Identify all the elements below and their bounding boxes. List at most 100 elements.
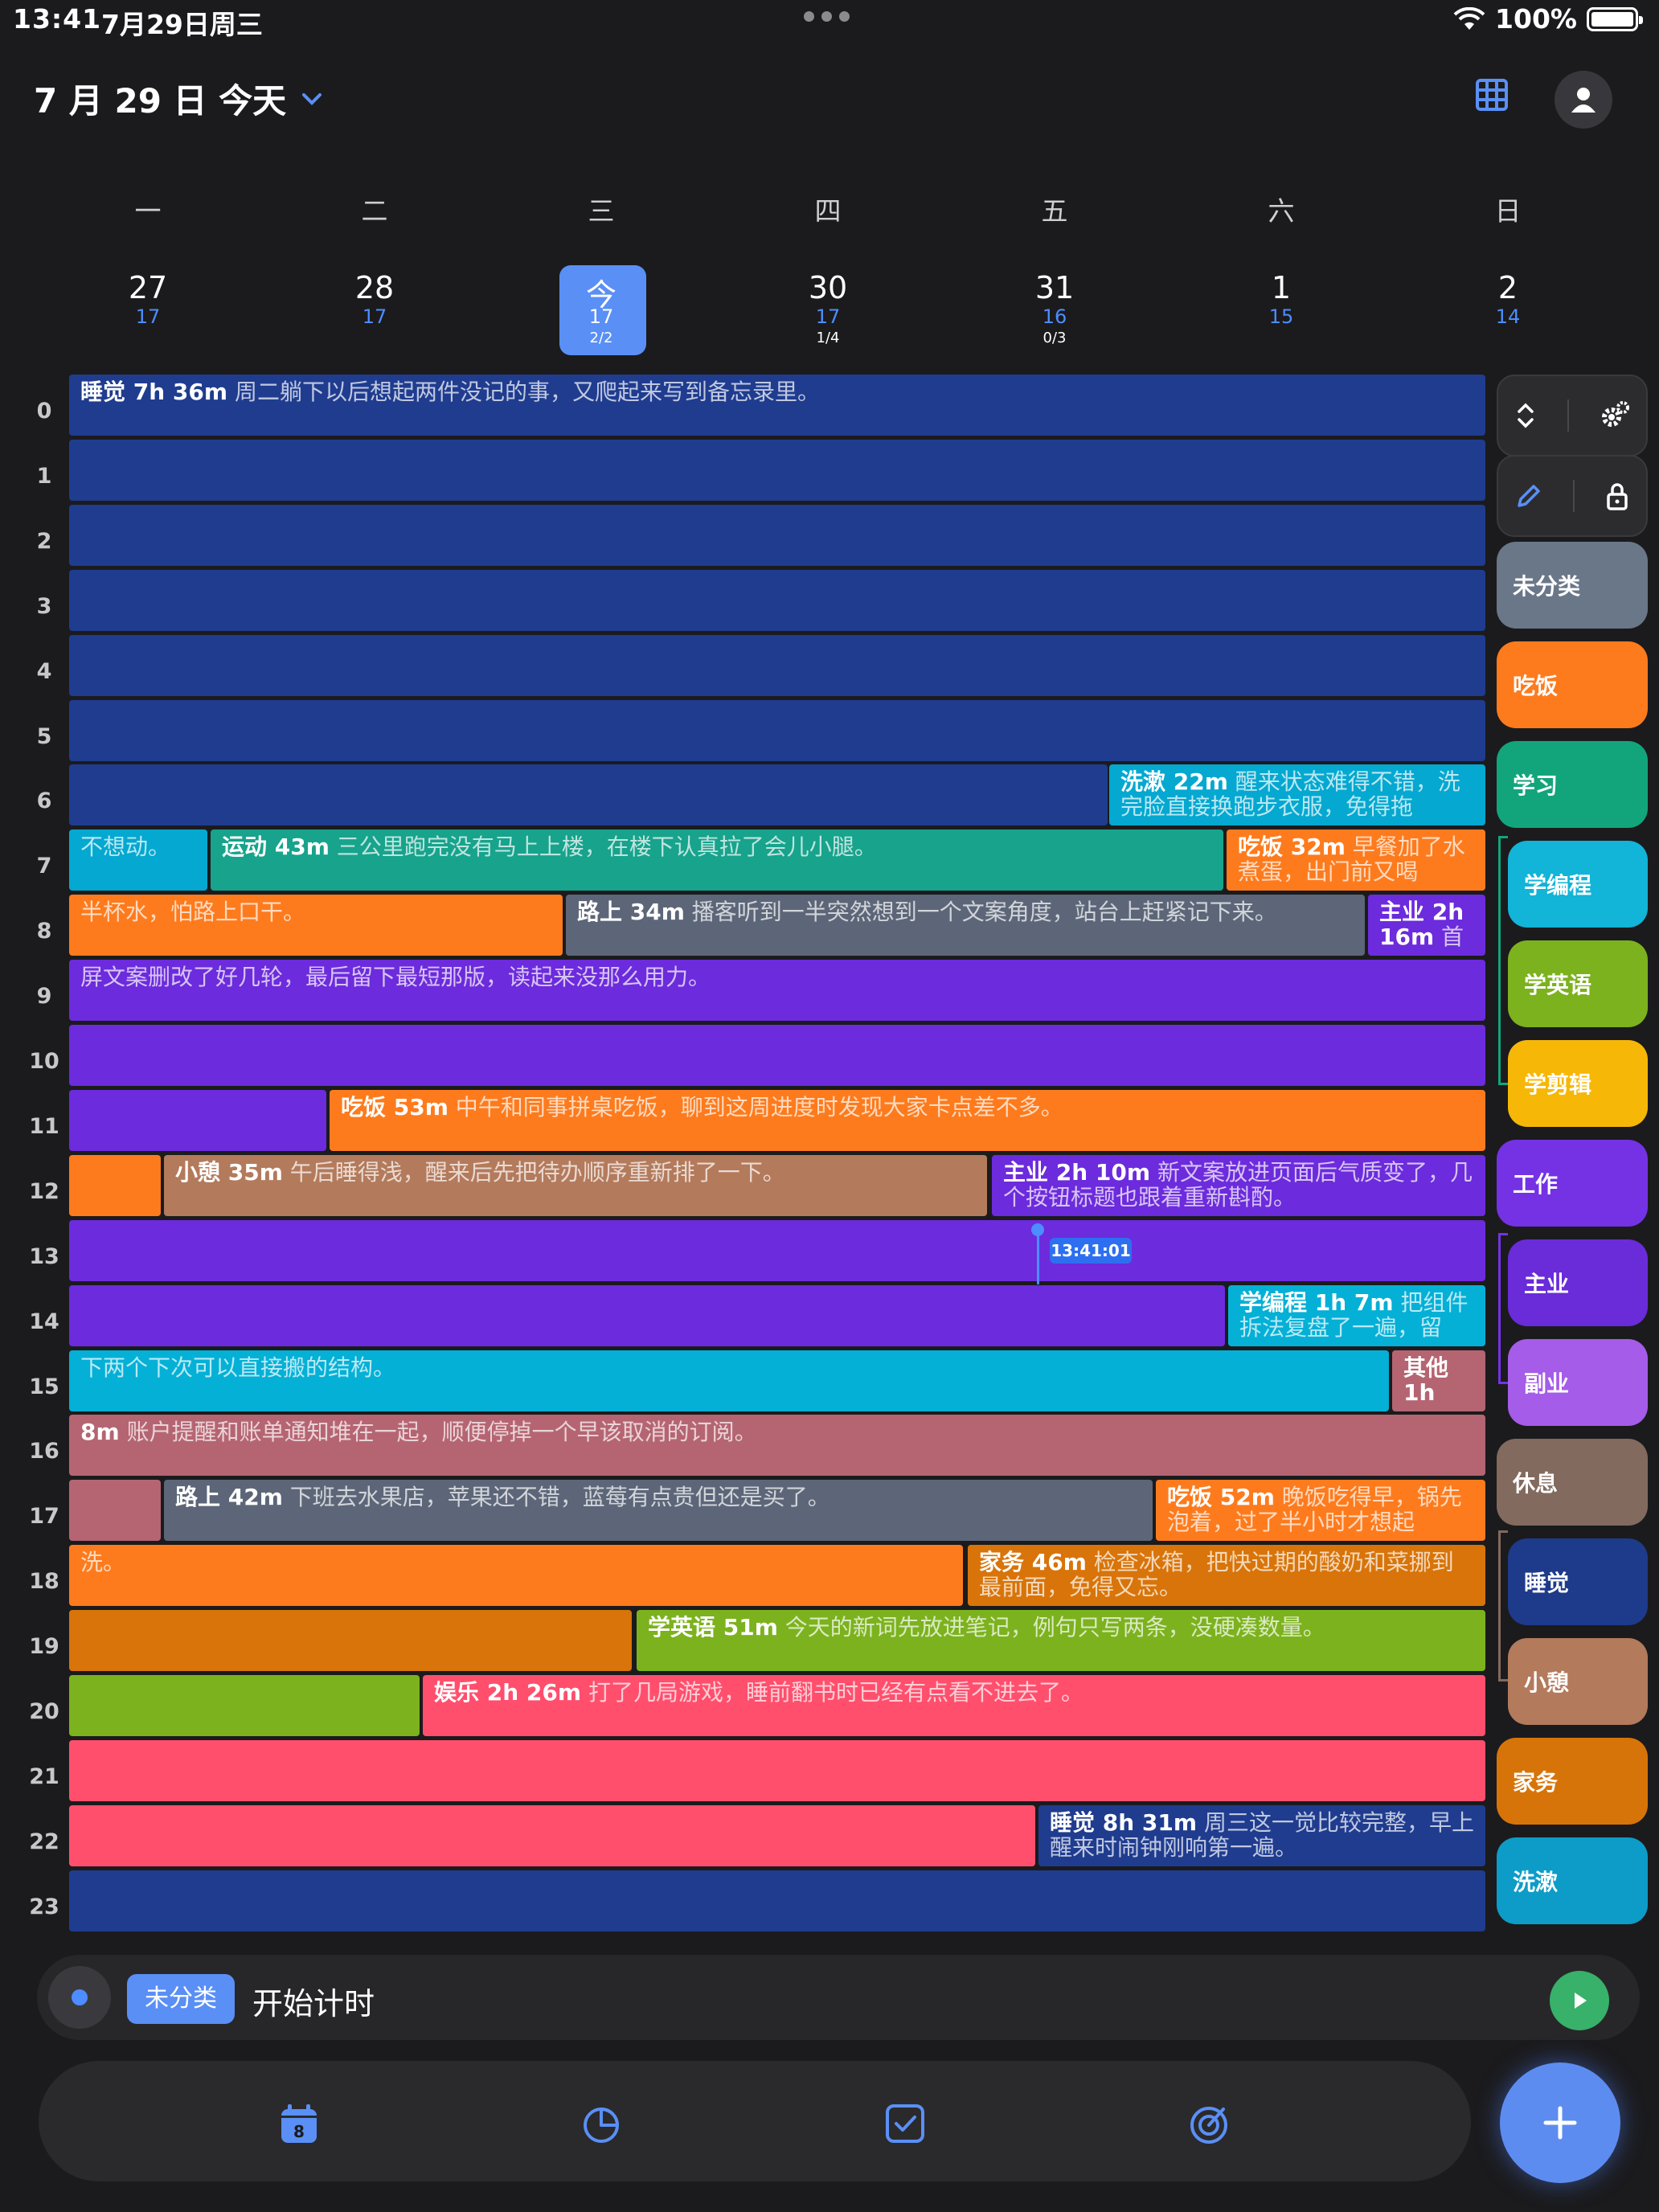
event-block[interactable]: 8m 账户提醒和账单通知堆在一起，顺便停掉一个早该取消的订阅。 (69, 1415, 1485, 1477)
event-title: 主业 2h 10m (1003, 1158, 1151, 1186)
category-button[interactable]: 学英语 (1508, 940, 1648, 1027)
tab-todo-check-icon[interactable] (883, 2101, 928, 2146)
category-button[interactable]: 学编程 (1508, 841, 1648, 928)
record-button[interactable] (48, 1966, 111, 2029)
weekday-label: 五 (1041, 195, 1068, 227)
event-block-continuation[interactable] (69, 1480, 161, 1542)
date-picker[interactable]: 7 月 29 日 今天 (34, 74, 323, 123)
day-number[interactable]: 31 (1010, 270, 1099, 305)
event-block-continuation[interactable] (69, 569, 1485, 631)
event-block[interactable]: 半杯水，怕路上口干。 (69, 895, 563, 956)
category-button[interactable]: 未分类 (1497, 542, 1648, 629)
category-button[interactable]: 家务 (1497, 1738, 1648, 1825)
profile-button[interactable] (1555, 71, 1612, 129)
expand-collapse-icon[interactable] (1512, 399, 1539, 432)
event-note: 周二躺下以后想起两件没记的事，又爬起来写到备忘录里。 (234, 379, 820, 405)
event-block[interactable]: 吃饭 53m 中午和同事拼桌吃饭，聊到这周进度时发现大家卡点差不多。 (330, 1089, 1485, 1151)
event-block[interactable]: 小憩 35m 午后睡得浅，醒来后先把待办顺序重新排了一下。 (164, 1154, 987, 1216)
event-block-continuation[interactable] (69, 1219, 1485, 1281)
toolbar-group-top (1497, 375, 1648, 457)
event-block[interactable]: 路上 34m 播客听到一半突然想到一个文案角度，站台上赶紧记下来。 (566, 895, 1365, 956)
event-block[interactable]: 主业 2h 16m 首 (1368, 895, 1485, 956)
category-button[interactable]: 休息 (1497, 1439, 1648, 1526)
pencil-icon[interactable] (1513, 480, 1545, 512)
category-button[interactable]: 副业 (1508, 1339, 1648, 1426)
event-block[interactable]: 不想动。 (69, 830, 207, 891)
add-entry-button[interactable] (1500, 2062, 1620, 2183)
event-block[interactable]: 洗漱 22m 醒来状态难得不错，洗完脸直接换跑步衣服，免得拖 (1109, 764, 1485, 826)
event-title: 路上 34m (577, 899, 685, 926)
event-block[interactable]: 睡觉 7h 36m 周二躺下以后想起两件没记的事，又爬起来写到备忘录里。 (69, 375, 1485, 436)
category-button[interactable]: 睡觉 (1508, 1538, 1648, 1625)
event-block-continuation[interactable] (69, 1610, 632, 1672)
event-block[interactable]: 娱乐 2h 26m 打了几局游戏，睡前翻书时已经有点看不进去了。 (423, 1675, 1485, 1736)
lock-icon[interactable] (1603, 480, 1632, 512)
day-number[interactable]: 30 (784, 270, 872, 305)
event-block-continuation[interactable] (69, 504, 1485, 566)
event-title: 运动 43m (222, 834, 330, 861)
event-block[interactable]: 洗。 (69, 1545, 963, 1607)
event-note: 今天的新词先放进笔记，例句只写两条，没硬凑数量。 (784, 1614, 1325, 1641)
event-block-continuation[interactable] (69, 1870, 1485, 1931)
event-block[interactable]: 下两个下次可以直接搬的结构。 (69, 1350, 1389, 1411)
tab-calendar-icon[interactable]: 8 (276, 2101, 322, 2146)
event-block[interactable]: 吃饭 52m 晚饭吃得早，锅先泡着，过了半小时才想起 (1156, 1480, 1485, 1542)
event-block[interactable]: 运动 43m 三公里跑完没有马上上楼，在楼下认真拉了会儿小腿。 (211, 830, 1223, 891)
event-block-continuation[interactable] (69, 764, 1108, 826)
category-group-bracket (1498, 1530, 1508, 1682)
timer-category-tag[interactable]: 未分类 (127, 1974, 235, 2024)
day-number[interactable]: 28 (330, 270, 419, 305)
event-note: 打了几局游戏，睡前翻书时已经有点看不进去了。 (588, 1679, 1083, 1706)
day-number[interactable]: 27 (104, 270, 192, 305)
day-number[interactable]: 1 (1237, 270, 1325, 305)
hour-label: 9 (36, 984, 52, 1010)
hour-label: 6 (36, 789, 52, 814)
event-block-continuation[interactable] (69, 1089, 326, 1151)
tab-focus-target-icon[interactable] (1186, 2101, 1231, 2146)
timer-label[interactable]: 开始计时 (252, 1979, 375, 2023)
multitasking-dots[interactable] (804, 11, 852, 26)
event-block-continuation[interactable] (69, 699, 1485, 761)
category-button[interactable]: 主业 (1508, 1239, 1648, 1326)
event-block[interactable]: 家务 46m 检查冰箱，把快过期的酸奶和菜挪到最前面，免得又忘。 (968, 1545, 1485, 1607)
toolbar-group-edit (1497, 455, 1648, 537)
event-block-continuation[interactable] (69, 439, 1485, 501)
event-block[interactable]: 睡觉 8h 31m 周三这一觉比较完整，早上醒来时闹钟刚响第一遍。 (1038, 1804, 1485, 1866)
event-block[interactable]: 学英语 51m 今天的新词先放进笔记，例句只写两条，没硬凑数量。 (637, 1610, 1485, 1672)
hour-label: 19 (29, 1634, 59, 1660)
event-block-continuation[interactable] (69, 1675, 420, 1736)
category-button[interactable]: 洗漱 (1497, 1837, 1648, 1924)
category-button[interactable]: 工作 (1497, 1140, 1648, 1227)
event-block-continuation[interactable] (69, 1804, 1035, 1866)
day-count: 16 (1042, 305, 1067, 328)
event-block[interactable]: 主业 2h 10m 新文案放进页面后气质变了，几个按钮标题也跟着重新斟酌。 (992, 1154, 1485, 1216)
event-block[interactable]: 其他 1h (1392, 1350, 1485, 1411)
event-block-continuation[interactable] (69, 1739, 1485, 1801)
event-block-continuation[interactable] (69, 1284, 1225, 1346)
weekday-label: 日 (1494, 195, 1522, 227)
category-button[interactable]: 吃饭 (1497, 641, 1648, 728)
event-note: 不想动。 (80, 834, 171, 861)
hour-label: 21 (29, 1763, 59, 1789)
status-time: 13:41 (13, 3, 102, 35)
event-block[interactable]: 屏文案删改了好几轮，最后留下最短那版，读起来没那么用力。 (69, 960, 1485, 1022)
event-block[interactable]: 学编程 1h 7m 把组件拆法复盘了一遍，留 (1228, 1284, 1485, 1346)
event-title: 吃饭 32m (1238, 834, 1346, 861)
tab-stats-pie-icon[interactable] (579, 2101, 624, 2146)
event-block-continuation[interactable] (69, 634, 1485, 696)
event-block[interactable]: 吃饭 32m 早餐加了水煮蛋，出门前又喝 (1227, 830, 1485, 891)
day-count: 17 (362, 305, 387, 328)
event-block-continuation[interactable] (69, 1154, 161, 1216)
event-block-continuation[interactable] (69, 1025, 1485, 1086)
category-button[interactable]: 小憩 (1508, 1638, 1648, 1725)
event-note: 账户提醒和账单通知堆在一起，顺便停掉一个早该取消的订阅。 (126, 1419, 757, 1446)
settings-gear-icon[interactable] (1597, 398, 1632, 433)
event-block[interactable]: 路上 42m 下班去水果店，苹果还不错，蓝莓有点贵但还是买了。 (164, 1480, 1153, 1542)
category-button[interactable]: 学习 (1497, 741, 1648, 828)
day-number[interactable]: 2 (1464, 270, 1552, 305)
event-note: 播客听到一半突然想到一个文案角度，站台上赶紧记下来。 (691, 899, 1277, 926)
grid-view-icon[interactable] (1474, 77, 1509, 113)
hour-label: 5 (36, 723, 52, 749)
start-timer-button[interactable] (1550, 1971, 1609, 2030)
category-button[interactable]: 学剪辑 (1508, 1040, 1648, 1127)
